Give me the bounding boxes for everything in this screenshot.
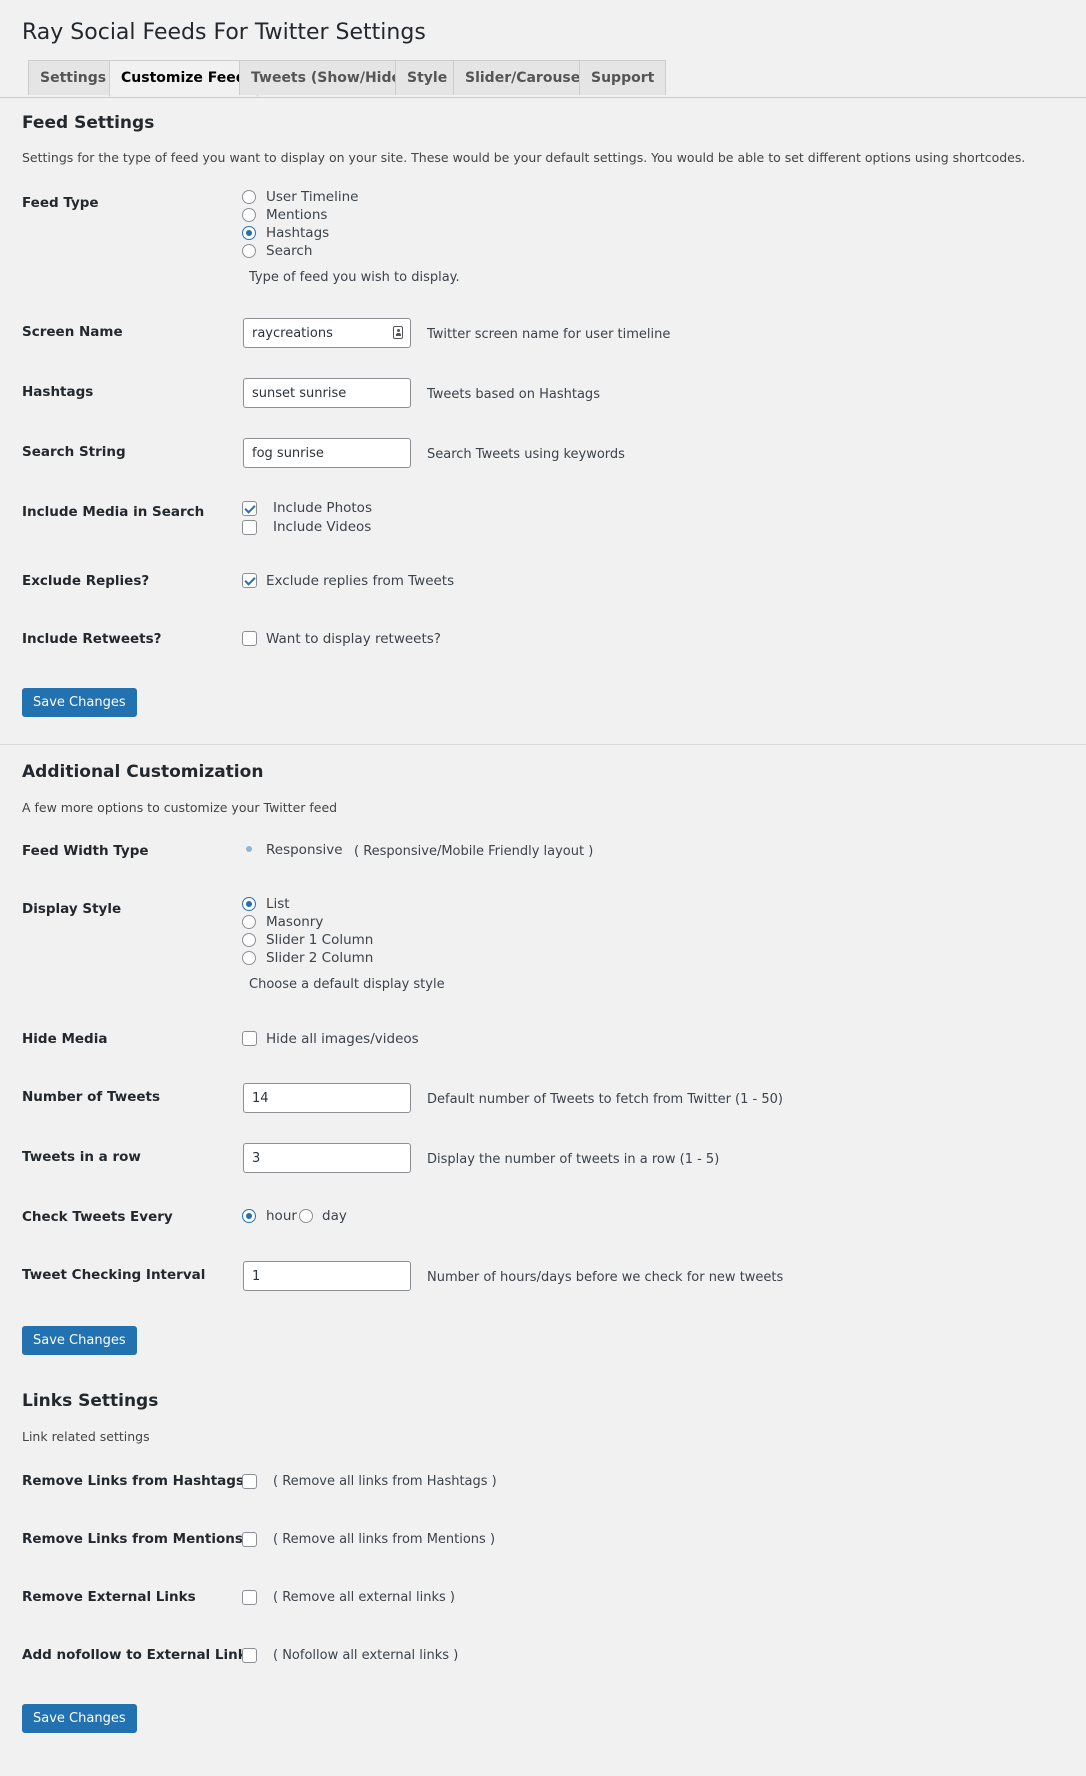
check-tweets-radio-hour[interactable]	[242, 1209, 256, 1223]
hashtags-label: Hashtags	[22, 384, 94, 400]
check-tweets-label: Check Tweets Every	[22, 1209, 173, 1225]
save-changes-button[interactable]: Save Changes	[22, 1704, 137, 1733]
feed-settings-description: Settings for the type of feed you want t…	[22, 150, 1026, 165]
screen-name-label: Screen Name	[22, 324, 123, 340]
feed-type-radio-mentions[interactable]	[242, 208, 256, 222]
search-string-label: Search String	[22, 444, 126, 460]
tab-slider-carousel[interactable]: Slider/Carousel	[453, 60, 598, 95]
exclude-replies-checkbox[interactable]	[242, 573, 257, 588]
number-of-tweets-label: Number of Tweets	[22, 1089, 160, 1105]
feed-width-option: Responsive	[266, 842, 343, 858]
number-of-tweets-input[interactable]	[243, 1083, 411, 1113]
nofollow-external-links-checkbox[interactable]	[242, 1648, 257, 1663]
feed-type-option-label: Search	[266, 243, 313, 259]
links-settings-title: Links Settings	[22, 1391, 159, 1411]
display-style-option-label: Masonry	[266, 914, 324, 930]
hide-media-label: Hide Media	[22, 1031, 108, 1047]
feed-type-help: Type of feed you wish to display.	[249, 270, 460, 285]
nofollow-external-links-help: ( Nofollow all external links )	[273, 1648, 459, 1663]
remove-external-links-help: ( Remove all external links )	[273, 1590, 456, 1605]
display-style-radio-list[interactable]	[242, 897, 256, 911]
include-retweets-label: Include Retweets?	[22, 631, 162, 647]
save-changes-button[interactable]: Save Changes	[22, 1326, 137, 1355]
display-style-radio-slider-1[interactable]	[242, 933, 256, 947]
feed-type-label: Feed Type	[22, 195, 99, 211]
feed-type-radio-hashtags[interactable]	[242, 226, 256, 240]
include-videos-label: Include Videos	[273, 519, 372, 535]
tweets-in-row-help: Display the number of tweets in a row (1…	[427, 1152, 720, 1167]
additional-customization-description: A few more options to customize your Twi…	[22, 800, 338, 815]
include-retweets-option: Want to display retweets?	[266, 631, 441, 647]
page-title: Ray Social Feeds For Twitter Settings	[22, 20, 426, 45]
contact-card-icon	[393, 326, 403, 339]
feed-type-option-label: Mentions	[266, 207, 328, 223]
exclude-replies-option: Exclude replies from Tweets	[266, 573, 455, 589]
tab-customize-feed[interactable]: Customize Feed	[109, 60, 258, 97]
check-tweets-option-day: day	[322, 1208, 347, 1224]
additional-customization-title: Additional Customization	[22, 762, 264, 782]
remove-external-links-checkbox[interactable]	[242, 1590, 257, 1605]
include-photos-label: Include Photos	[273, 500, 372, 516]
interval-help: Number of hours/days before we check for…	[427, 1270, 784, 1285]
remove-hashtag-links-help: ( Remove all links from Hashtags )	[273, 1474, 497, 1489]
feed-type-radio-search[interactable]	[242, 244, 256, 258]
feed-type-radio-user-timeline[interactable]	[242, 190, 256, 204]
search-string-input[interactable]	[243, 438, 411, 468]
display-style-label: Display Style	[22, 901, 122, 917]
check-tweets-radio-day[interactable]	[299, 1209, 313, 1223]
remove-external-links-label: Remove External Links	[22, 1589, 196, 1605]
screen-name-help: Twitter screen name for user timeline	[427, 327, 671, 342]
include-retweets-checkbox[interactable]	[242, 631, 257, 646]
tweets-in-row-input[interactable]	[243, 1143, 411, 1173]
feed-settings-title: Feed Settings	[22, 113, 155, 133]
search-string-help: Search Tweets using keywords	[427, 447, 625, 462]
number-of-tweets-help: Default number of Tweets to fetch from T…	[427, 1092, 783, 1107]
tweets-in-row-label: Tweets in a row	[22, 1149, 141, 1165]
tab-tweets-show-hide[interactable]: Tweets (Show/Hide)	[239, 60, 420, 95]
check-tweets-option-hour: hour	[266, 1208, 297, 1224]
remove-mention-links-label: Remove Links from Mentions	[22, 1531, 243, 1547]
feed-type-option-label: Hashtags	[266, 225, 330, 241]
interval-input[interactable]	[243, 1261, 411, 1291]
remove-mention-links-checkbox[interactable]	[242, 1532, 257, 1547]
remove-hashtag-links-label: Remove Links from Hashtags	[22, 1473, 244, 1489]
display-style-radio-slider-2[interactable]	[242, 951, 256, 965]
display-style-help: Choose a default display style	[249, 977, 445, 992]
tab-style[interactable]: Style	[395, 60, 460, 95]
feed-width-label: Feed Width Type	[22, 843, 149, 859]
nofollow-external-links-label: Add nofollow to External Links	[22, 1647, 255, 1663]
display-style-option-label: Slider 1 Column	[266, 932, 374, 948]
hide-media-option: Hide all images/videos	[266, 1031, 419, 1047]
tab-settings[interactable]: Settings	[28, 60, 119, 95]
tab-bar: Settings Customize Feed Tweets (Show/Hid…	[0, 60, 1086, 98]
include-media-label: Include Media in Search	[22, 504, 205, 520]
hide-media-checkbox[interactable]	[242, 1031, 257, 1046]
include-videos-checkbox[interactable]	[242, 520, 257, 535]
hashtags-input[interactable]	[243, 378, 411, 408]
exclude-replies-label: Exclude Replies?	[22, 573, 150, 589]
include-photos-checkbox[interactable]	[242, 501, 257, 516]
display-style-option-label: Slider 2 Column	[266, 950, 374, 966]
display-style-option-label: List	[266, 896, 290, 912]
display-style-radio-masonry[interactable]	[242, 915, 256, 929]
save-changes-button[interactable]: Save Changes	[22, 688, 137, 717]
section-divider	[0, 744, 1086, 745]
links-settings-description: Link related settings	[22, 1429, 150, 1444]
screen-name-input[interactable]	[243, 318, 411, 348]
interval-label: Tweet Checking Interval	[22, 1267, 206, 1283]
tab-support[interactable]: Support	[579, 60, 667, 95]
hashtags-help: Tweets based on Hashtags	[427, 387, 600, 402]
responsive-radio[interactable]	[246, 846, 252, 852]
remove-mention-links-help: ( Remove all links from Mentions )	[273, 1532, 496, 1547]
feed-width-help: ( Responsive/Mobile Friendly layout )	[354, 844, 594, 859]
remove-hashtag-links-checkbox[interactable]	[242, 1474, 257, 1489]
feed-type-option-label: User Timeline	[266, 189, 359, 205]
